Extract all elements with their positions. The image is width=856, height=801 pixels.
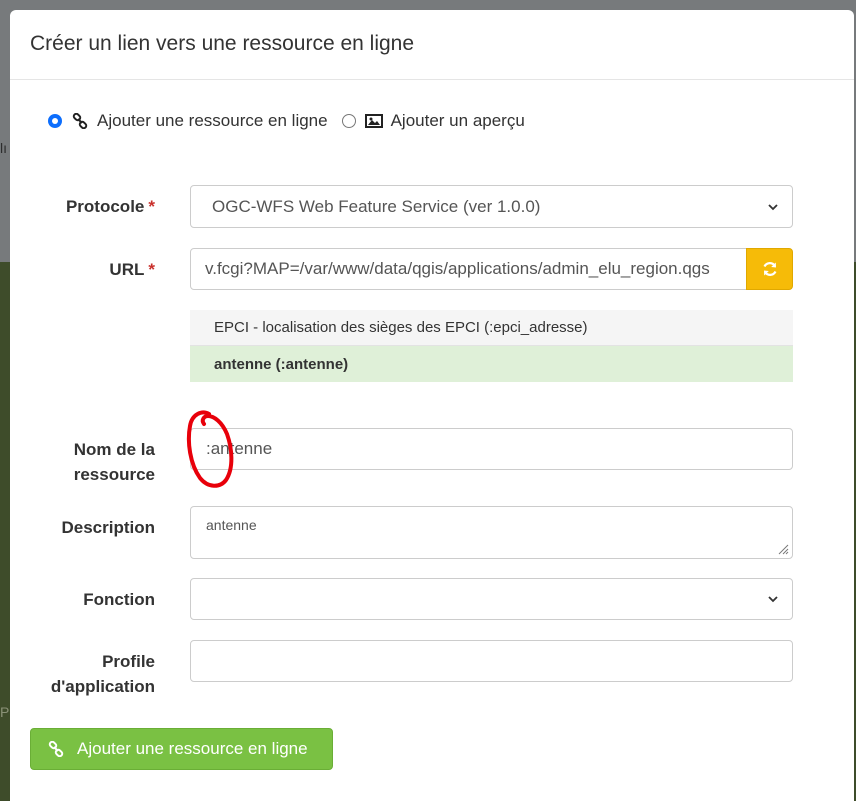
- resource-name-label: Nom de la ressource: [10, 437, 155, 487]
- radio-add-preview[interactable]: [341, 114, 356, 128]
- layer-list: EPCI - localisation des sièges des EPCI …: [190, 310, 793, 382]
- application-profile-label-line1: Profile: [102, 652, 155, 671]
- application-profile-label: Profile d'application: [10, 649, 155, 699]
- radio-label-preview[interactable]: Ajouter un aperçu: [391, 111, 525, 131]
- description-value: antenne: [206, 517, 257, 533]
- url-input-value: v.fcgi?MAP=/var/www/data/qgis/applicatio…: [205, 259, 710, 278]
- link-icon: [71, 112, 89, 130]
- radio-add-online-resource[interactable]: [48, 114, 62, 128]
- resource-name-input[interactable]: :antenne: [190, 428, 793, 470]
- layer-list-item-selected[interactable]: antenne (:antenne): [190, 346, 793, 382]
- description-label: Description: [61, 518, 155, 537]
- resize-grip-icon[interactable]: [777, 543, 789, 555]
- protocol-label: Protocole *: [10, 194, 155, 219]
- chevron-down-icon: [768, 203, 778, 210]
- protocol-select-value: OGC-WFS Web Feature Service (ver 1.0.0): [212, 196, 541, 216]
- function-label: Fonction: [83, 590, 155, 609]
- mode-radio-group: Ajouter une ressource en ligne Ajouter u…: [48, 111, 539, 131]
- description-textarea[interactable]: antenne: [190, 506, 793, 559]
- modal-header: Créer un lien vers une ressource en lign…: [10, 10, 854, 80]
- protocol-select[interactable]: OGC-WFS Web Feature Service (ver 1.0.0): [190, 185, 793, 228]
- application-profile-label-line2: d'application: [50, 677, 155, 696]
- modal-dialog: Créer un lien vers une ressource en lign…: [10, 10, 854, 801]
- refresh-icon: [763, 262, 776, 276]
- protocol-label-text: Protocole: [65, 197, 145, 216]
- layer-list-item[interactable]: EPCI - localisation des sièges des EPCI …: [190, 310, 793, 346]
- add-online-resource-button-label: Ajouter une ressource en ligne: [77, 739, 308, 758]
- url-label-text: URL: [109, 260, 145, 279]
- resource-name-label-line1: Nom de la: [73, 440, 155, 459]
- url-input[interactable]: v.fcgi?MAP=/var/www/data/qgis/applicatio…: [190, 248, 747, 290]
- resource-name-label-line2: ressource: [73, 465, 155, 484]
- required-mark: *: [148, 260, 155, 279]
- add-online-resource-button[interactable]: Ajouter une ressource en ligne: [30, 728, 333, 770]
- required-mark: *: [148, 197, 155, 216]
- chevron-down-icon: [768, 596, 778, 603]
- background-text-fragment: lı: [0, 140, 7, 156]
- image-icon: [364, 112, 383, 130]
- modal-title: Créer un lien vers une ressource en lign…: [30, 32, 415, 55]
- link-icon: [47, 740, 65, 758]
- function-select[interactable]: [190, 578, 793, 620]
- refresh-layers-button[interactable]: [746, 248, 793, 290]
- url-label: URL *: [10, 257, 155, 282]
- application-profile-input[interactable]: [190, 640, 793, 682]
- resource-name-value: :antenne: [206, 439, 273, 458]
- radio-label-online-resource[interactable]: Ajouter une ressource en ligne: [97, 111, 328, 131]
